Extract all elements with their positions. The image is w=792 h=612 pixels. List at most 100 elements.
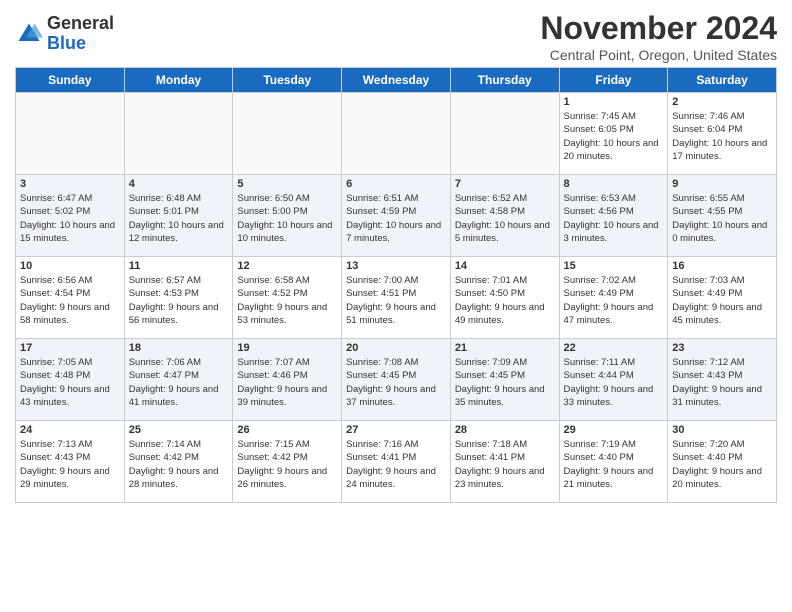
day-info: Sunrise: 6:52 AM Sunset: 4:58 PM Dayligh… [455,192,555,245]
header: General Blue November 2024 Central Point… [15,10,777,63]
day-info: Sunrise: 7:18 AM Sunset: 4:41 PM Dayligh… [455,438,555,491]
calendar-cell [233,93,342,175]
calendar-cell [16,93,125,175]
calendar-cell: 22Sunrise: 7:11 AM Sunset: 4:44 PM Dayli… [559,339,668,421]
calendar-cell: 21 Sunrise: 7:09 AM Sunset: 4:45 PM Dayli… [450,339,559,421]
day-info: Sunrise: 7:19 AM Sunset: 4:40 PM Dayligh… [564,438,664,491]
day-info: Sunrise: 6:57 AM Sunset: 4:53 PM Dayligh… [129,274,229,327]
day-number: 22 [564,342,664,354]
day-info: Sunrise: 7:03 AM Sunset: 4:49 PM Dayligh… [672,274,772,327]
calendar-cell: 25 Sunrise: 7:14 AM Sunset: 4:42 PM Dayli… [124,421,233,503]
day-info: Sunrise: 7:20 AM Sunset: 4:40 PM Dayligh… [672,438,772,491]
calendar-cell: 1 Sunrise: 7:45 AM Sunset: 6:05 PM Daylig… [559,93,668,175]
day-number: 20 [346,342,446,354]
calendar-cell [124,93,233,175]
calendar-table: SundayMondayTuesdayWednesdayThursdayFrid… [15,67,777,503]
col-header-thursday: Thursday [450,68,559,93]
calendar-cell: 14Sunrise: 7:01 AM Sunset: 4:50 PM Dayli… [450,257,559,339]
day-info: Sunrise: 7:08 AM Sunset: 4:45 PM Dayligh… [346,356,446,409]
day-number: 4 [129,178,229,190]
col-header-wednesday: Wednesday [342,68,451,93]
day-info: Sunrise: 7:07 AM Sunset: 4:46 PM Dayligh… [237,356,337,409]
calendar-cell: 24 Sunrise: 7:13 AM Sunset: 4:43 PM Dayli… [16,421,125,503]
calendar-cell: 30 Sunrise: 7:20 AM Sunset: 4:40 PM Dayli… [668,421,777,503]
day-info: Sunrise: 6:55 AM Sunset: 4:55 PM Dayligh… [672,192,772,245]
logo-general-text: General [47,14,114,34]
calendar-cell: 23 Sunrise: 7:12 AM Sunset: 4:43 PM Dayli… [668,339,777,421]
calendar-cell: 20 Sunrise: 7:08 AM Sunset: 4:45 PM Dayli… [342,339,451,421]
calendar-cell: 2 Sunrise: 7:46 AM Sunset: 6:04 PM Daylig… [668,93,777,175]
day-info: Sunrise: 6:53 AM Sunset: 4:56 PM Dayligh… [564,192,664,245]
day-number: 10 [20,260,120,272]
calendar-cell: 5 Sunrise: 6:50 AM Sunset: 5:00 PM Daylig… [233,175,342,257]
calendar-cell: 18Sunrise: 7:06 AM Sunset: 4:47 PM Dayli… [124,339,233,421]
day-info: Sunrise: 6:58 AM Sunset: 4:52 PM Dayligh… [237,274,337,327]
main-title: November 2024 [540,10,777,47]
calendar-cell: 4 Sunrise: 6:48 AM Sunset: 5:01 PM Daylig… [124,175,233,257]
calendar-cell: 28 Sunrise: 7:18 AM Sunset: 4:41 PM Dayli… [450,421,559,503]
logo-blue-text: Blue [47,34,114,54]
calendar-cell: 10Sunrise: 6:56 AM Sunset: 4:54 PM Dayli… [16,257,125,339]
day-number: 5 [237,178,337,190]
day-number: 16 [672,260,772,272]
day-info: Sunrise: 7:14 AM Sunset: 4:42 PM Dayligh… [129,438,229,491]
col-header-saturday: Saturday [668,68,777,93]
week-row-5: 24 Sunrise: 7:13 AM Sunset: 4:43 PM Dayli… [16,421,777,503]
calendar-cell: 3 Sunrise: 6:47 AM Sunset: 5:02 PM Daylig… [16,175,125,257]
logo-icon [15,20,43,48]
day-info: Sunrise: 7:45 AM Sunset: 6:05 PM Dayligh… [564,110,664,163]
day-number: 3 [20,178,120,190]
day-info: Sunrise: 7:05 AM Sunset: 4:48 PM Dayligh… [20,356,120,409]
day-number: 18 [129,342,229,354]
day-number: 27 [346,424,446,436]
col-header-friday: Friday [559,68,668,93]
day-info: Sunrise: 7:01 AM Sunset: 4:50 PM Dayligh… [455,274,555,327]
calendar-cell: 13Sunrise: 7:00 AM Sunset: 4:51 PM Dayli… [342,257,451,339]
day-info: Sunrise: 7:46 AM Sunset: 6:04 PM Dayligh… [672,110,772,163]
calendar-cell: 17Sunrise: 7:05 AM Sunset: 4:48 PM Dayli… [16,339,125,421]
calendar-cell: 19 Sunrise: 7:07 AM Sunset: 4:46 PM Dayli… [233,339,342,421]
day-number: 1 [564,96,664,108]
week-row-3: 10Sunrise: 6:56 AM Sunset: 4:54 PM Dayli… [16,257,777,339]
day-number: 21 [455,342,555,354]
day-info: Sunrise: 6:51 AM Sunset: 4:59 PM Dayligh… [346,192,446,245]
day-info: Sunrise: 7:16 AM Sunset: 4:41 PM Dayligh… [346,438,446,491]
day-number: 25 [129,424,229,436]
week-row-1: 1 Sunrise: 7:45 AM Sunset: 6:05 PM Daylig… [16,93,777,175]
day-number: 9 [672,178,772,190]
calendar-cell: 16 Sunrise: 7:03 AM Sunset: 4:49 PM Dayli… [668,257,777,339]
day-info: Sunrise: 7:02 AM Sunset: 4:49 PM Dayligh… [564,274,664,327]
page-container: General Blue November 2024 Central Point… [0,0,792,508]
day-number: 8 [564,178,664,190]
day-number: 26 [237,424,337,436]
day-info: Sunrise: 7:09 AM Sunset: 4:45 PM Dayligh… [455,356,555,409]
calendar-cell: 12Sunrise: 6:58 AM Sunset: 4:52 PM Dayli… [233,257,342,339]
day-number: 29 [564,424,664,436]
calendar-cell: 7 Sunrise: 6:52 AM Sunset: 4:58 PM Daylig… [450,175,559,257]
calendar-cell: 6 Sunrise: 6:51 AM Sunset: 4:59 PM Daylig… [342,175,451,257]
day-number: 7 [455,178,555,190]
day-number: 15 [564,260,664,272]
calendar-cell: 11 Sunrise: 6:57 AM Sunset: 4:53 PM Dayli… [124,257,233,339]
logo-text: General Blue [47,14,114,54]
day-info: Sunrise: 7:12 AM Sunset: 4:43 PM Dayligh… [672,356,772,409]
day-info: Sunrise: 7:15 AM Sunset: 4:42 PM Dayligh… [237,438,337,491]
logo: General Blue [15,14,114,54]
day-number: 2 [672,96,772,108]
calendar-header-row: SundayMondayTuesdayWednesdayThursdayFrid… [16,68,777,93]
day-info: Sunrise: 6:48 AM Sunset: 5:01 PM Dayligh… [129,192,229,245]
day-info: Sunrise: 6:50 AM Sunset: 5:00 PM Dayligh… [237,192,337,245]
day-number: 11 [129,260,229,272]
calendar-cell: 15 Sunrise: 7:02 AM Sunset: 4:49 PM Dayli… [559,257,668,339]
day-number: 30 [672,424,772,436]
day-number: 24 [20,424,120,436]
day-info: Sunrise: 7:13 AM Sunset: 4:43 PM Dayligh… [20,438,120,491]
week-row-4: 17Sunrise: 7:05 AM Sunset: 4:48 PM Dayli… [16,339,777,421]
day-number: 23 [672,342,772,354]
day-info: Sunrise: 6:47 AM Sunset: 5:02 PM Dayligh… [20,192,120,245]
day-number: 6 [346,178,446,190]
col-header-tuesday: Tuesday [233,68,342,93]
title-block: November 2024 Central Point, Oregon, Uni… [540,10,777,63]
day-number: 28 [455,424,555,436]
day-number: 19 [237,342,337,354]
